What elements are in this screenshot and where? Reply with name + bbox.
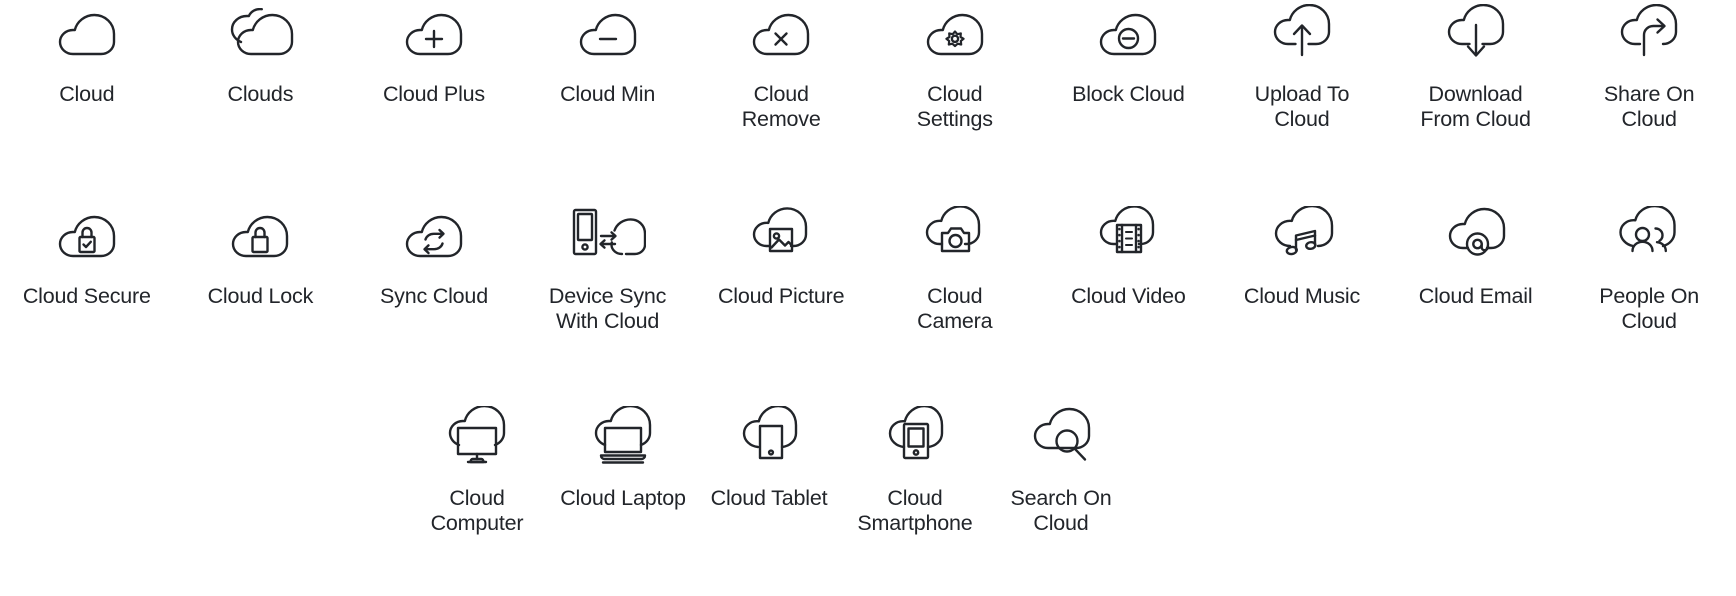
clouds-icon <box>224 0 296 60</box>
icon-cell-cloud-settings[interactable]: Cloud Settings <box>868 0 1042 132</box>
cloud-icon <box>56 0 118 60</box>
icon-label: Cloud Remove <box>741 82 821 131</box>
icon-label: Cloud Plus <box>382 82 485 106</box>
cloud-lock-icon <box>229 200 291 262</box>
cloud-computer-icon <box>444 400 510 466</box>
icon-cell-search-on-cloud[interactable]: Search On Cloud <box>988 400 1134 536</box>
icon-cell-cloud-smartphone[interactable]: Cloud Smartphone <box>842 400 988 536</box>
icon-cell-cloud-computer[interactable]: Cloud Computer <box>404 400 550 536</box>
icon-cell-download-from-cloud[interactable]: Download From Cloud <box>1389 0 1563 132</box>
cloud-plus-icon <box>403 0 465 60</box>
cloud-email-icon <box>1444 200 1508 262</box>
device-sync-with-cloud-icon <box>570 200 646 262</box>
icon-cell-cloud-email[interactable]: Cloud Email <box>1389 200 1563 334</box>
icon-label: Search On Cloud <box>1010 486 1112 535</box>
icon-row-1: Cloud Clouds Cloud Plus Cloud Min Cloud … <box>0 0 1736 132</box>
icon-cell-cloud-picture[interactable]: Cloud Picture <box>694 200 868 334</box>
search-on-cloud-icon <box>1029 400 1093 466</box>
icon-cell-cloud-music[interactable]: Cloud Music <box>1215 200 1389 334</box>
icon-label: Cloud Secure <box>22 284 151 308</box>
cloud-secure-icon <box>56 200 118 262</box>
cloud-picture-icon <box>749 200 813 262</box>
cloud-tablet-icon <box>738 400 800 466</box>
icon-label: Cloud Settings <box>916 82 993 131</box>
cloud-smartphone-icon <box>884 400 946 466</box>
cloud-settings-icon <box>924 0 986 60</box>
icon-label: Cloud Lock <box>207 284 314 308</box>
icon-cell-cloud-camera[interactable]: Cloud Camera <box>868 200 1042 334</box>
upload-to-cloud-icon <box>1271 0 1333 60</box>
icon-sheet: Cloud Clouds Cloud Plus Cloud Min Cloud … <box>0 0 1736 596</box>
icon-cell-cloud-lock[interactable]: Cloud Lock <box>174 200 348 334</box>
cloud-remove-icon <box>750 0 812 60</box>
icon-row-2: Cloud Secure Cloud Lock Sync Cloud Devic… <box>0 200 1736 334</box>
icon-label: People On Cloud <box>1599 284 1700 333</box>
icon-label: Cloud Email <box>1418 284 1533 308</box>
cloud-camera-icon <box>922 200 988 262</box>
icon-label: Cloud Min <box>560 82 656 106</box>
icon-label: Cloud Computer <box>430 486 524 535</box>
icon-label: Download From Cloud <box>1420 82 1531 131</box>
download-from-cloud-icon <box>1445 0 1507 60</box>
people-on-cloud-icon <box>1614 200 1684 262</box>
icon-cell-cloud-remove[interactable]: Cloud Remove <box>694 0 868 132</box>
icon-label: Upload To Cloud <box>1254 82 1350 131</box>
icon-cell-cloud[interactable]: Cloud <box>0 0 174 132</box>
icon-label: Cloud <box>59 82 115 106</box>
icon-cell-cloud-tablet[interactable]: Cloud Tablet <box>696 400 842 536</box>
cloud-minus-icon <box>577 0 639 60</box>
block-cloud-icon <box>1097 0 1159 60</box>
icon-cell-cloud-min[interactable]: Cloud Min <box>521 0 695 132</box>
icon-cell-device-sync-with-cloud[interactable]: Device Sync With Cloud <box>521 200 695 334</box>
sync-cloud-icon <box>403 200 465 262</box>
icon-label: Cloud Laptop <box>560 486 686 510</box>
icon-label: Block Cloud <box>1072 82 1185 106</box>
icon-cell-clouds[interactable]: Clouds <box>174 0 348 132</box>
icon-cell-cloud-laptop[interactable]: Cloud Laptop <box>550 400 696 536</box>
icon-cell-block-cloud[interactable]: Block Cloud <box>1042 0 1216 132</box>
icon-cell-cloud-video[interactable]: Cloud Video <box>1042 200 1216 334</box>
share-on-cloud-icon <box>1618 0 1680 60</box>
cloud-music-icon <box>1270 200 1334 262</box>
icon-label: Cloud Music <box>1243 284 1360 308</box>
icon-label: Cloud Smartphone <box>857 486 973 535</box>
icon-cell-upload-to-cloud[interactable]: Upload To Cloud <box>1215 0 1389 132</box>
icon-label: Device Sync With Cloud <box>548 284 667 333</box>
cloud-laptop-icon <box>590 400 656 466</box>
icon-label: Cloud Camera <box>917 284 993 333</box>
icon-cell-share-on-cloud[interactable]: Share On Cloud <box>1562 0 1736 132</box>
icon-label: Cloud Tablet <box>710 486 828 510</box>
cloud-video-icon <box>1096 200 1160 262</box>
icon-cell-people-on-cloud[interactable]: People On Cloud <box>1562 200 1736 334</box>
icon-label: Cloud Picture <box>717 284 845 308</box>
icon-label: Share On Cloud <box>1603 82 1695 131</box>
icon-cell-cloud-plus[interactable]: Cloud Plus <box>347 0 521 132</box>
icon-label: Cloud Video <box>1071 284 1186 308</box>
icon-cell-cloud-secure[interactable]: Cloud Secure <box>0 200 174 334</box>
icon-label: Sync Cloud <box>380 284 488 308</box>
icon-row-3: Cloud Computer Cloud Laptop Cloud Tablet… <box>404 400 1736 536</box>
icon-label: Clouds <box>227 82 294 106</box>
icon-cell-sync-cloud[interactable]: Sync Cloud <box>347 200 521 334</box>
